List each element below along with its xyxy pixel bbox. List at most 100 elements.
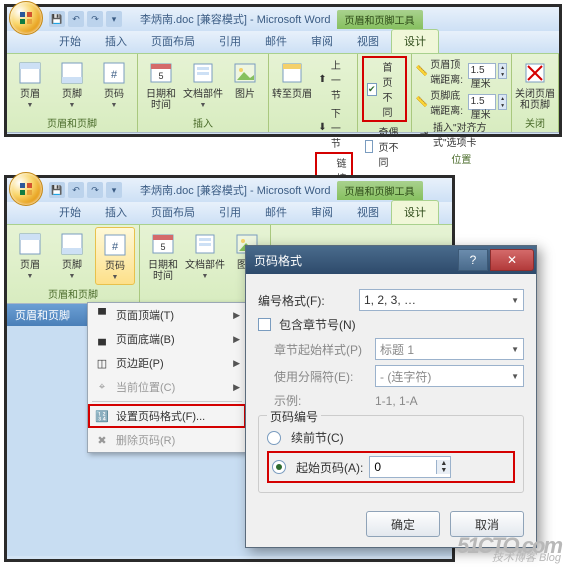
window-title: 李炳南.doc [兼容模式] - Microsoft Word — [140, 182, 331, 198]
close-hf-button[interactable]: 关闭页眉 和页脚 — [516, 56, 554, 114]
tab-design[interactable]: 设计 — [391, 200, 439, 224]
tab-references[interactable]: 引用 — [207, 30, 253, 53]
tab-layout[interactable]: 页面布局 — [139, 30, 207, 53]
office-orb[interactable] — [9, 172, 43, 206]
tab-review[interactable]: 审阅 — [299, 201, 345, 224]
current-icon: ⌖ — [94, 379, 110, 395]
prev-icon: ⬆ — [318, 73, 327, 87]
ruler-icon: 📏 — [416, 97, 428, 108]
tab-home[interactable]: 开始 — [47, 30, 93, 53]
qat-redo-icon[interactable]: ↷ — [87, 11, 103, 27]
qat-more-icon[interactable]: ▾ — [106, 11, 122, 27]
tab-view[interactable]: 视图 — [345, 201, 391, 224]
tab-view[interactable]: 视图 — [345, 30, 391, 53]
group-label-hf: 页眉和页脚 — [11, 114, 133, 131]
chevron-down-icon: ▼ — [511, 372, 519, 381]
svg-text:5: 5 — [160, 242, 165, 252]
bottom-icon: ▄ — [94, 331, 110, 347]
submenu-arrow-icon: ▶ — [233, 382, 240, 393]
group-label-close: 关闭 — [516, 114, 554, 131]
window-title: 李炳南.doc [兼容模式] - Microsoft Word — [140, 11, 331, 27]
start-at-spinbox[interactable]: ▲▼ — [369, 456, 451, 478]
pagenumber-button[interactable]: #页码▼ — [95, 227, 135, 285]
dialog-help-button[interactable]: ? — [458, 249, 488, 271]
office-orb[interactable] — [9, 1, 43, 35]
start-at-input[interactable] — [370, 460, 436, 474]
different-oddeven-checkbox[interactable]: 奇偶页不同 — [362, 123, 407, 170]
qat-undo-icon[interactable]: ↶ — [68, 182, 84, 198]
footer-button[interactable]: 页脚▼ — [53, 56, 91, 114]
menu-format-page-numbers[interactable]: 🔢设置页码格式(F)... — [88, 404, 246, 428]
group-label-position: 位置 — [416, 150, 507, 167]
start-at-label: 起始页码(A): — [296, 459, 363, 476]
menu-bottom-of-page[interactable]: ▄页面底端(B)▶ — [88, 327, 246, 351]
quickparts-button[interactable]: 文档部件▼ — [184, 56, 222, 114]
qat-save-icon[interactable]: 💾 — [49, 11, 65, 27]
remove-icon: ✖ — [94, 432, 110, 448]
number-format-label: 编号格式(F): — [258, 292, 353, 309]
tab-review[interactable]: 审阅 — [299, 30, 345, 53]
next-section-button[interactable]: ⬇下一节 — [315, 104, 353, 151]
ok-button[interactable]: 确定 — [366, 511, 440, 537]
ribbon-tabs: 开始 插入 页面布局 引用 邮件 审阅 视图 设计 — [7, 202, 452, 224]
menu-current-position[interactable]: ⌖当前位置(C)▶ — [88, 375, 246, 399]
tab-mail[interactable]: 邮件 — [253, 30, 299, 53]
top-icon: ▀ — [94, 307, 110, 323]
page-number-format-dialog: 页码格式 ? ✕ 编号格式(F): 1, 2, 3, …▼ 包含章节号(N) 章… — [245, 245, 537, 548]
continue-radio[interactable] — [267, 431, 281, 445]
format-icon: 🔢 — [94, 408, 110, 424]
watermark: 51CTO.com 技术博客 Blog — [457, 539, 561, 565]
qat-more-icon[interactable]: ▾ — [106, 182, 122, 198]
number-format-select[interactable]: 1, 2, 3, …▼ — [359, 289, 524, 311]
footer-button[interactable]: 页脚▼ — [53, 227, 91, 285]
insert-align-tab-button[interactable]: ⇥插入"对齐方式"选项卡 — [416, 118, 507, 150]
header-button[interactable]: 页眉▼ — [11, 227, 49, 285]
picture-button[interactable]: 图片 — [226, 56, 264, 114]
dialog-close-button[interactable]: ✕ — [490, 249, 534, 271]
dialog-title: 页码格式 — [254, 252, 302, 269]
example-label: 示例: — [274, 392, 369, 409]
svg-text:#: # — [111, 69, 118, 81]
tab-mail[interactable]: 邮件 — [253, 201, 299, 224]
include-chapter-checkbox[interactable] — [258, 318, 271, 331]
chevron-down-icon: ▼ — [511, 296, 519, 305]
ribbon-tabs: 开始 插入 页面布局 引用 邮件 审阅 视图 设计 — [7, 31, 559, 53]
context-tab-label: 页眉和页脚工具 — [337, 181, 423, 200]
separator-select: - (连字符)▼ — [375, 365, 524, 387]
chapter-style-select: 标题 1▼ — [375, 338, 524, 360]
submenu-arrow-icon: ▶ — [233, 358, 240, 369]
menu-top-of-page[interactable]: ▀页面顶端(T)▶ — [88, 303, 246, 327]
tab-references[interactable]: 引用 — [207, 201, 253, 224]
submenu-arrow-icon: ▶ — [233, 334, 240, 345]
menu-remove-page-numbers[interactable]: ✖删除页码(R) — [88, 428, 246, 452]
qat-undo-icon[interactable]: ↶ — [68, 11, 84, 27]
spin-up-icon[interactable]: ▲ — [437, 460, 450, 467]
check-icon: ✔ — [367, 83, 377, 96]
tab-insert[interactable]: 插入 — [93, 30, 139, 53]
qat-save-icon[interactable]: 💾 — [49, 182, 65, 198]
header-button[interactable]: 页眉▼ — [11, 56, 49, 114]
submenu-arrow-icon: ▶ — [233, 310, 240, 321]
tab-design[interactable]: 设计 — [391, 29, 439, 53]
header-distance-spin[interactable]: 📏页眉顶端距离:1.5 厘米▲▼ — [416, 56, 507, 86]
tab-insert[interactable]: 插入 — [93, 201, 139, 224]
datetime-button[interactable]: 5日期和 时间 — [142, 56, 180, 114]
start-at-radio[interactable] — [272, 460, 286, 474]
menu-separator — [92, 401, 242, 402]
prev-section-button[interactable]: ⬆上一节 — [315, 56, 353, 103]
quickparts-button[interactable]: 文档部件▼ — [186, 227, 224, 300]
svg-text:#: # — [112, 241, 119, 253]
datetime-button[interactable]: 5日期和 时间 — [144, 227, 182, 300]
different-first-checkbox[interactable]: ✔首页不同 — [362, 56, 407, 122]
footer-distance-spin[interactable]: 📏页脚底端距离:1.5 厘米▲▼ — [416, 87, 507, 117]
menu-page-margins[interactable]: ◫页边距(P)▶ — [88, 351, 246, 375]
tab-home[interactable]: 开始 — [47, 201, 93, 224]
spin-down-icon[interactable]: ▼ — [437, 467, 450, 474]
group-label-insert: 插入 — [142, 114, 264, 131]
tab-layout[interactable]: 页面布局 — [139, 201, 207, 224]
example-value: 1-1, 1-A — [375, 394, 418, 408]
include-chapter-label: 包含章节号(N) — [279, 316, 356, 333]
pagenumber-button[interactable]: #页码▼ — [95, 56, 133, 114]
qat-redo-icon[interactable]: ↷ — [87, 182, 103, 198]
separator-label: 使用分隔符(E): — [274, 368, 369, 385]
